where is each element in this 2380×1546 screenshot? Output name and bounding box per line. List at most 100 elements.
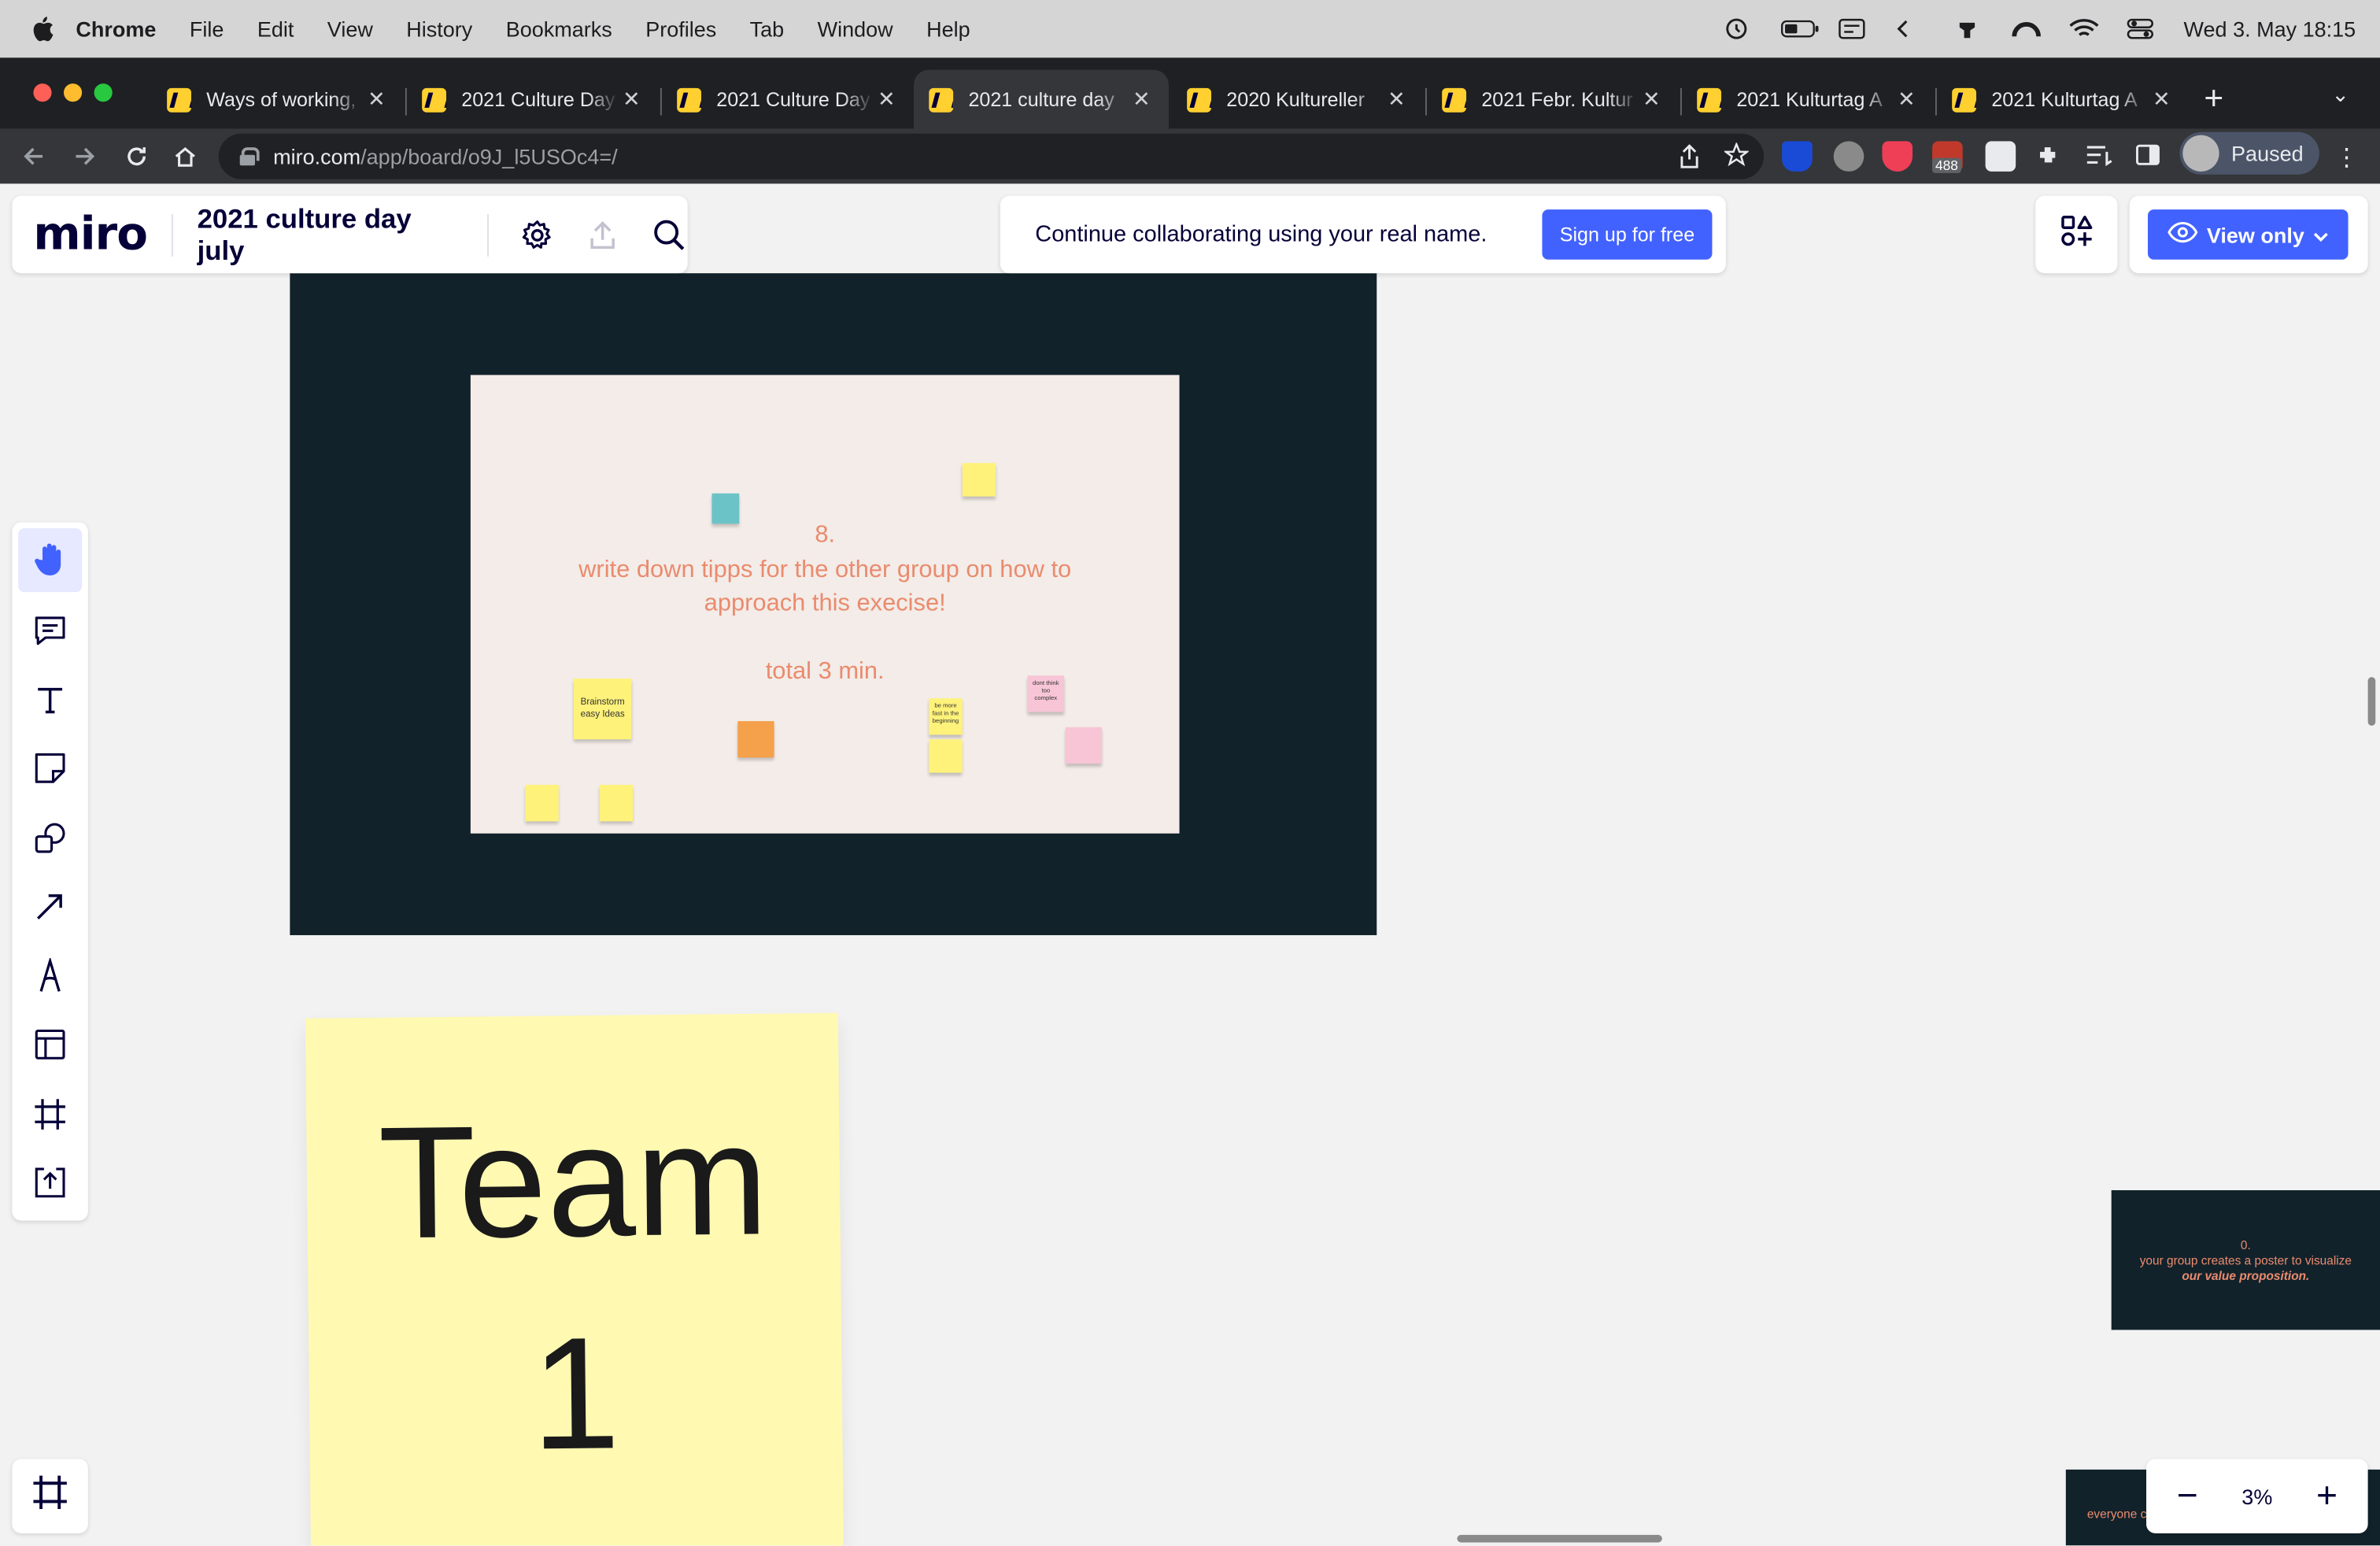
sticky-note[interactable] (929, 739, 963, 773)
menu-help[interactable]: Help (926, 17, 970, 41)
tab-title: Ways of working, (206, 87, 357, 111)
close-tab-icon[interactable]: ✕ (874, 87, 899, 113)
tab-search-chevron-icon[interactable]: ⌄ (2331, 82, 2349, 108)
home-icon[interactable] (164, 135, 206, 178)
menu-window[interactable]: Window (818, 17, 893, 41)
profile-button[interactable]: Paused (2179, 131, 2319, 175)
wifi-icon[interactable] (2068, 18, 2098, 39)
browser-tab-active[interactable]: 2021 culture day ✕ (914, 69, 1170, 129)
tab-title: 2021 Culture Day (716, 87, 870, 111)
browser-tab[interactable]: 2020 Kultureller ✕ (1172, 70, 1424, 129)
templates-tool-icon[interactable] (18, 1012, 82, 1076)
side-panel-icon[interactable] (2136, 142, 2167, 173)
sticky-note[interactable] (962, 463, 996, 497)
chevron-left-icon[interactable] (1895, 18, 1923, 39)
sticky-note[interactable] (525, 785, 559, 822)
menu-app-name[interactable]: Chrome (76, 17, 156, 41)
sticky-note[interactable]: dont think too complex (1027, 675, 1064, 712)
sticky-note-tool-icon[interactable] (18, 736, 82, 800)
instruction-slide[interactable]: 8. write down tipps for the other group … (470, 375, 1180, 834)
bookmark-star-icon[interactable] (1723, 141, 1750, 172)
frames-panel-button[interactable] (12, 1459, 88, 1533)
zoom-out-icon[interactable]: − (2168, 1475, 2207, 1518)
display-icon[interactable] (1838, 18, 1865, 39)
miro-logo[interactable]: miro (33, 208, 148, 261)
browser-tab[interactable]: Ways of working, ✕ (152, 70, 404, 129)
search-icon[interactable] (652, 216, 688, 253)
address-bar[interactable]: miro.com/app/board/o9J_l5USOc4=/ (218, 133, 1765, 179)
shapes-tool-icon[interactable] (18, 806, 82, 870)
apps-button[interactable] (2035, 195, 2118, 274)
sticky-note[interactable] (737, 721, 774, 758)
browser-tab[interactable]: 2021 Culture Day ✕ (407, 70, 659, 129)
window-minimize-button[interactable] (64, 83, 83, 102)
comment-tool-icon[interactable] (18, 598, 82, 662)
close-tab-icon[interactable]: ✕ (1639, 87, 1664, 113)
time-machine-icon[interactable] (1722, 18, 1750, 39)
controller-icon[interactable] (1953, 18, 1980, 39)
extension-icon[interactable] (1985, 141, 2016, 172)
new-tab-icon[interactable]: + (2204, 79, 2223, 118)
connection-line-tool-icon[interactable] (18, 875, 82, 938)
text-tool-icon[interactable] (18, 668, 82, 732)
pen-tool-icon[interactable] (18, 945, 82, 1008)
close-tab-icon[interactable]: ✕ (364, 87, 389, 113)
close-tab-icon[interactable]: ✕ (1384, 87, 1409, 113)
zoom-level[interactable]: 3% (2241, 1484, 2272, 1508)
control-center-icon[interactable] (2126, 18, 2153, 39)
back-icon[interactable] (12, 135, 54, 178)
apple-icon[interactable] (31, 15, 55, 43)
vpn-icon[interactable] (2011, 18, 2041, 39)
pocket-extension-icon[interactable] (1882, 141, 1913, 172)
puzzle-extensions-icon[interactable] (2035, 142, 2066, 173)
chrome-menu-icon[interactable]: ⋮ (2331, 142, 2362, 173)
settings-gear-icon[interactable] (519, 216, 555, 253)
board-title[interactable]: 2021 culture day july (198, 202, 463, 266)
menu-edit[interactable]: Edit (257, 17, 294, 41)
sticky-note[interactable] (711, 493, 740, 524)
browser-tab[interactable]: 2021 Culture Day ✕ (662, 70, 914, 129)
zoom-in-icon[interactable]: + (2307, 1475, 2346, 1518)
menu-history[interactable]: History (406, 17, 472, 41)
hand-tool-icon[interactable] (18, 528, 83, 593)
close-tab-icon[interactable]: ✕ (1894, 87, 1919, 113)
sticky-note[interactable]: be more fast in the beginning (929, 698, 963, 735)
menu-view[interactable]: View (327, 17, 373, 41)
side-frame[interactable]: 0. your group creates a poster to visual… (2111, 1190, 2380, 1330)
close-tab-icon[interactable]: ✕ (1129, 87, 1154, 113)
frame-tool-icon[interactable] (18, 1082, 82, 1146)
window-zoom-button[interactable] (94, 83, 113, 102)
miro-favicon-icon (1697, 87, 1722, 112)
upload-tool-icon[interactable] (18, 1151, 82, 1215)
forward-icon[interactable] (64, 135, 106, 178)
reload-icon[interactable] (116, 135, 158, 178)
reading-list-icon[interactable] (2086, 142, 2116, 173)
sign-up-button[interactable]: Sign up for free (1542, 209, 1713, 260)
browser-tab[interactable]: 2021 Febr. Kultur ✕ (1427, 70, 1679, 129)
export-upload-icon[interactable] (586, 216, 622, 253)
menu-profiles[interactable]: Profiles (645, 17, 716, 41)
window-close-button[interactable] (33, 83, 52, 102)
browser-tab[interactable]: 2021 Kulturtag A ✕ (1937, 70, 2189, 129)
extension-icon[interactable] (1833, 141, 1864, 172)
lock-icon[interactable] (239, 147, 260, 166)
battery-icon[interactable] (1780, 18, 1818, 39)
team-sticky-note[interactable]: Team 1 (305, 1012, 844, 1546)
menubar-clock[interactable]: Wed 3. May 18:15 (2184, 17, 2356, 41)
menu-bookmarks[interactable]: Bookmarks (506, 17, 612, 41)
close-tab-icon[interactable]: ✕ (2149, 87, 2174, 113)
vertical-scrollbar[interactable] (2367, 677, 2376, 726)
sticky-note[interactable] (599, 785, 634, 822)
miro-favicon-icon (929, 87, 954, 112)
sticky-note[interactable] (1065, 727, 1103, 764)
share-icon[interactable] (1679, 144, 1700, 173)
horizontal-scrollbar[interactable] (1457, 1534, 1662, 1543)
browser-tab[interactable]: 2021 Kulturtag A ✕ (1682, 70, 1934, 129)
sticky-note[interactable]: Brainstorm easy Ideas (574, 679, 632, 740)
close-tab-icon[interactable]: ✕ (619, 87, 644, 113)
menu-file[interactable]: File (190, 17, 224, 41)
view-only-button[interactable]: View only (2147, 209, 2349, 260)
menu-tab[interactable]: Tab (750, 17, 785, 41)
bitwarden-extension-icon[interactable] (1782, 141, 1813, 172)
ublock-extension-icon[interactable]: 488 (1932, 141, 1963, 173)
